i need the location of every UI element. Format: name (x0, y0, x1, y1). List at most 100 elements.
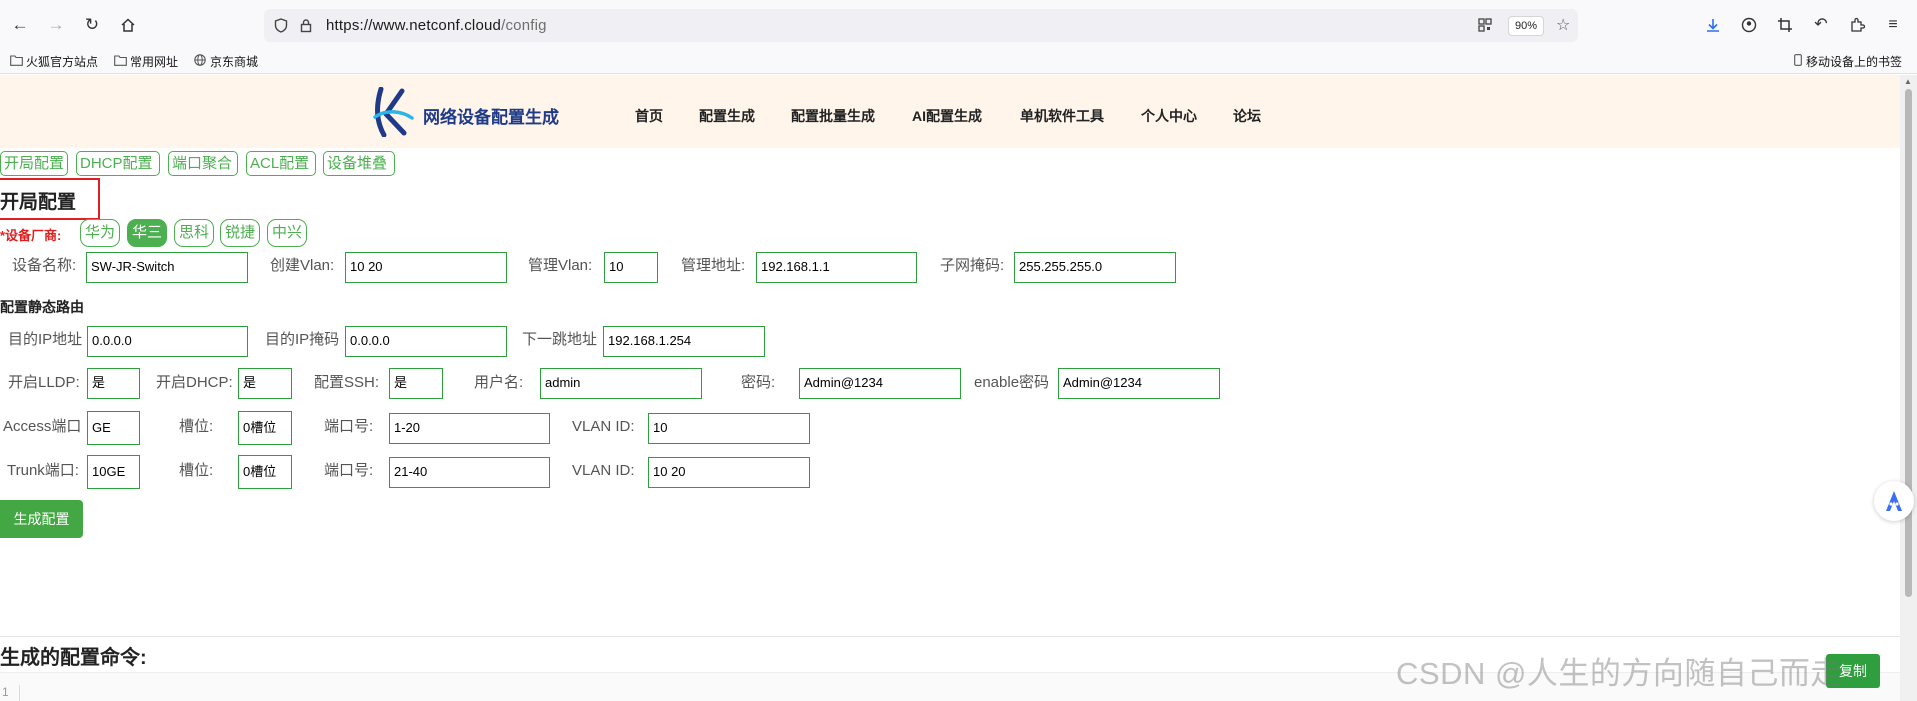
url-path: /config (501, 17, 547, 34)
back-arrow-icon[interactable]: ← (8, 13, 32, 37)
csdn-watermark: CSDN @人生的方向随自己而走 (1396, 656, 1842, 691)
access-port-type-select[interactable]: GE (87, 411, 140, 445)
vendor-ruijie-button[interactable]: 锐捷 (220, 219, 261, 247)
dest-ip-input[interactable]: 0.0.0.0 (87, 326, 248, 357)
globe-icon (194, 54, 207, 70)
tab-device-stacking[interactable]: 设备堆叠 (323, 151, 395, 176)
forward-arrow-icon[interactable]: → (44, 13, 68, 37)
folder-icon (114, 54, 127, 70)
next-hop-label: 下一跳地址 (522, 331, 598, 348)
site-logo-text[interactable]: 网络设备配置生成 (423, 103, 559, 128)
trunk-port-type-select[interactable]: 10GE (87, 455, 140, 489)
qr-code-icon[interactable] (1478, 9, 1492, 42)
vendor-h3c-button[interactable]: 华三 (127, 219, 168, 247)
reload-icon[interactable]: ↻ (80, 13, 104, 37)
dhcp-select[interactable]: 是 (238, 368, 292, 399)
nav-ai-generate[interactable]: AI配置生成 (912, 106, 982, 126)
zoom-level-badge[interactable]: 90% (1508, 16, 1544, 36)
generate-config-button[interactable]: 生成配置 (0, 500, 83, 538)
vendor-huawei-button[interactable]: 华为 (80, 219, 121, 247)
access-vlan-label: VLAN ID: (572, 418, 635, 435)
trunk-vlan-input[interactable]: 10 20 (648, 457, 810, 488)
vendor-zte-button[interactable]: 中兴 (267, 219, 308, 247)
url-host: https://www.netconf.cloud (326, 17, 502, 34)
create-vlan-input[interactable]: 10 20 (345, 252, 507, 283)
output-title: 生成的配置命令: (0, 647, 147, 669)
page-scrollbar[interactable]: ▲ (1900, 75, 1917, 701)
nav-forum[interactable]: 论坛 (1233, 106, 1261, 126)
subnet-mask-input[interactable]: 255.255.255.0 (1014, 252, 1176, 283)
output-divider (0, 636, 1900, 637)
static-route-heading: 配置静态路由 (0, 299, 84, 315)
assistant-icon (1886, 491, 1902, 511)
subnet-mask-label: 子网掩码: (940, 257, 1005, 274)
site-logo-icon[interactable] (372, 87, 420, 137)
vendor-label: *设备厂商: (0, 228, 62, 243)
trunk-slot-label: 槽位: (179, 462, 214, 479)
lldp-select[interactable]: 是 (87, 368, 140, 399)
bookmark-label: 京东商城 (210, 55, 259, 69)
dest-mask-input[interactable]: 0.0.0.0 (345, 326, 507, 357)
enable-password-input[interactable]: Admin@1234 (1058, 368, 1220, 399)
section-title: 开局配置 (0, 192, 77, 213)
bookmarks-bar: 火狐官方站点 常用网址 京东商城 移动设备上的书签 (0, 50, 1917, 74)
crop-screenshot-icon[interactable] (1773, 13, 1797, 37)
tab-acl-config[interactable]: ACL配置 (246, 151, 316, 176)
trunk-port-number-label: 端口号: (324, 462, 374, 479)
download-icon[interactable] (1701, 13, 1725, 37)
mgmt-address-input[interactable]: 192.168.1.1 (756, 252, 917, 283)
vendor-cisco-button[interactable]: 思科 (174, 219, 215, 247)
nav-config-generate[interactable]: 配置生成 (699, 106, 755, 126)
account-icon[interactable] (1737, 13, 1761, 37)
next-hop-input[interactable]: 192.168.1.254 (603, 326, 765, 357)
line-number: 1 (2, 685, 20, 701)
create-vlan-label: 创建Vlan: (270, 257, 335, 274)
url-text[interactable]: https://www.netconf.cloud/config (326, 9, 547, 42)
dest-ip-label: 目的IP地址 (8, 331, 83, 348)
nav-desktop-tools[interactable]: 单机软件工具 (1020, 106, 1104, 126)
enable-password-label: enable密码 (974, 374, 1050, 391)
nav-user-center[interactable]: 个人中心 (1141, 106, 1197, 126)
mgmt-vlan-input[interactable]: 10 (604, 252, 658, 283)
mgmt-vlan-label: 管理Vlan: (528, 257, 593, 274)
access-port-number-label: 端口号: (324, 418, 374, 435)
nav-batch-generate[interactable]: 配置批量生成 (791, 106, 875, 126)
dhcp-label: 开启DHCP: (156, 374, 233, 391)
mobile-icon (1794, 54, 1803, 70)
device-name-input[interactable]: SW-JR-Switch (86, 252, 248, 283)
undo-arrow-icon[interactable]: ↶ (1809, 13, 1833, 37)
bookmark-item[interactable]: 火狐官方站点 (10, 54, 98, 70)
access-slot-select[interactable]: 0槽位 (238, 411, 292, 445)
lldp-label: 开启LLDP: (8, 374, 80, 391)
bookmark-star-icon[interactable]: ☆ (1556, 9, 1570, 42)
floating-assistant-button[interactable] (1874, 481, 1914, 521)
tab-initial-config[interactable]: 开局配置 (0, 151, 68, 176)
username-input[interactable]: admin (540, 368, 702, 399)
trunk-port-number-input[interactable]: 21-40 (389, 457, 550, 488)
shield-icon[interactable] (274, 9, 288, 42)
access-port-label: Access端口 (3, 418, 82, 435)
lock-icon[interactable] (300, 9, 312, 42)
scroll-up-arrow-icon[interactable]: ▲ (1904, 77, 1912, 86)
mgmt-address-label: 管理地址: (681, 257, 746, 274)
bookmark-item[interactable]: 常用网址 (114, 54, 178, 70)
mobile-bookmarks[interactable]: 移动设备上的书签 (1794, 54, 1902, 70)
trunk-port-label: Trunk端口: (7, 462, 79, 479)
ssh-select[interactable]: 是 (389, 368, 443, 399)
browser-toolbar: ← → ↻ https://www.netconf.cloud/config 9… (0, 0, 1917, 50)
home-icon[interactable] (116, 13, 140, 37)
tab-link-aggregation[interactable]: 端口聚合 (168, 151, 238, 176)
access-port-number-input[interactable]: 1-20 (389, 413, 550, 444)
access-slot-label: 槽位: (179, 418, 214, 435)
bookmark-item[interactable]: 京东商城 (194, 54, 258, 70)
trunk-slot-select[interactable]: 0槽位 (238, 455, 292, 489)
extensions-icon[interactable] (1845, 13, 1869, 37)
password-input[interactable]: Admin@1234 (799, 368, 961, 399)
folder-icon (10, 54, 23, 70)
menu-hamburger-icon[interactable]: ≡ (1881, 13, 1905, 37)
username-label: 用户名: (474, 374, 524, 391)
access-vlan-input[interactable]: 10 (648, 413, 810, 444)
address-bar[interactable]: https://www.netconf.cloud/config 90% ☆ (264, 9, 1578, 42)
nav-home[interactable]: 首页 (635, 106, 663, 126)
tab-dhcp-config[interactable]: DHCP配置 (76, 151, 160, 176)
